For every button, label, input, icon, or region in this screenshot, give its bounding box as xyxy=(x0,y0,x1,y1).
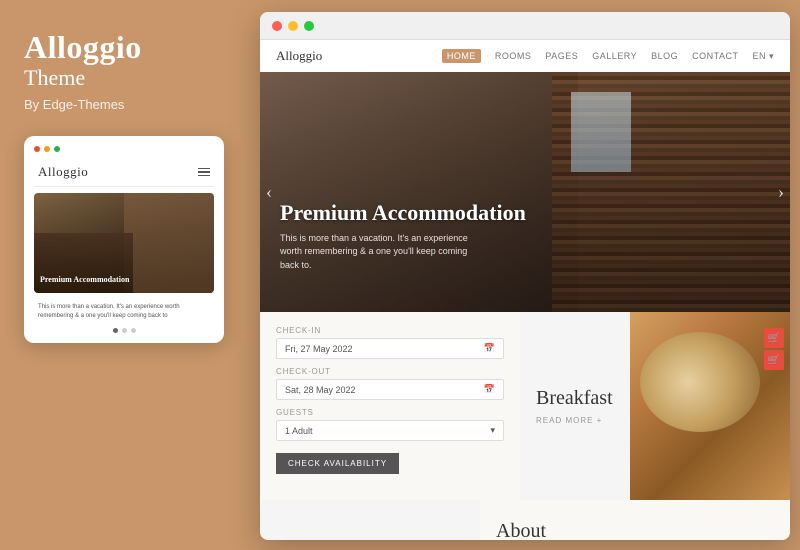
floating-icons: 🛒 🛒 xyxy=(764,328,784,370)
check-availability-button[interactable]: CHECK AVAILABILITY xyxy=(276,453,399,474)
mobile-logo: Alloggio xyxy=(38,164,88,180)
mobile-hero-image: Premium Accommodation xyxy=(34,193,214,293)
checkin-field: CHECK-IN Fri, 27 May 2022 📅 xyxy=(276,326,504,359)
checkin-input[interactable]: Fri, 27 May 2022 📅 xyxy=(276,338,504,359)
checkout-input[interactable]: Sat, 28 May 2022 📅 xyxy=(276,379,504,400)
breakfast-read-more[interactable]: READ MORE + xyxy=(536,416,613,425)
nav-contact[interactable]: CONTACT xyxy=(692,51,738,61)
browser-minimize-button[interactable] xyxy=(288,21,298,31)
hero-overlay xyxy=(260,72,790,312)
checkout-value: Sat, 28 May 2022 xyxy=(285,385,356,395)
floating-icon-2[interactable]: 🛒 xyxy=(764,350,784,370)
mobile-dot-1[interactable] xyxy=(113,328,118,333)
site-logo: Alloggio xyxy=(276,48,322,64)
breakfast-section: Breakfast READ MORE + xyxy=(520,312,790,500)
checkin-label: CHECK-IN xyxy=(276,326,504,335)
mobile-close-dot xyxy=(34,146,40,152)
brand-subtitle: Theme xyxy=(24,65,224,91)
browser-mockup: Alloggio HOME ROOMS PAGES GALLERY BLOG C… xyxy=(260,12,790,540)
mobile-dot-2[interactable] xyxy=(122,328,127,333)
hero-next-arrow[interactable]: › xyxy=(778,182,784,203)
nav-rooms[interactable]: ROOMS xyxy=(495,51,532,61)
mobile-min-dot xyxy=(44,146,50,152)
mobile-mockup: Alloggio Premium Accommodation This is m… xyxy=(24,136,224,343)
guests-field: GUESTS 1 Adult ▾ xyxy=(276,408,504,441)
mobile-hero-body-text: This is more than a vacation. It's an ex… xyxy=(34,299,214,324)
mobile-carousel-dots xyxy=(34,328,214,333)
brand-title: Alloggio xyxy=(24,30,224,65)
breakfast-text: Breakfast READ MORE + xyxy=(536,387,613,425)
hero-subtitle: This is more than a vacation. It's an ex… xyxy=(280,232,480,273)
guests-label: GUESTS xyxy=(276,408,504,417)
hero-title: Premium Accommodation xyxy=(280,200,526,226)
hamburger-icon[interactable] xyxy=(198,168,210,177)
mobile-hero-title: Premium Accommodation xyxy=(40,275,129,285)
mobile-firewood-texture xyxy=(124,193,214,293)
browser-maximize-button[interactable] xyxy=(304,21,314,31)
checkout-label: CHECK-OUT xyxy=(276,367,504,376)
left-panel: Alloggio Theme By Edge-Themes Alloggio P… xyxy=(0,0,248,550)
brand-by: By Edge-Themes xyxy=(24,97,224,112)
browser-close-button[interactable] xyxy=(272,21,282,31)
mobile-max-dot xyxy=(54,146,60,152)
about-section: About xyxy=(480,500,790,540)
browser-topbar xyxy=(260,12,790,40)
mobile-header: Alloggio xyxy=(34,160,214,187)
booking-section: CHECK-IN Fri, 27 May 2022 📅 CHECK-OUT Sa… xyxy=(260,312,520,500)
nav-blog[interactable]: BLOG xyxy=(651,51,678,61)
hero-prev-arrow[interactable]: ‹ xyxy=(266,182,272,203)
calendar-icon: 📅 xyxy=(484,343,495,354)
nav-links: HOME ROOMS PAGES GALLERY BLOG CONTACT EN… xyxy=(442,49,774,63)
site-navigation: Alloggio HOME ROOMS PAGES GALLERY BLOG C… xyxy=(260,40,790,72)
floating-icon-1[interactable]: 🛒 xyxy=(764,328,784,348)
mobile-dot-3[interactable] xyxy=(131,328,136,333)
guests-select[interactable]: 1 Adult ▾ xyxy=(276,420,504,441)
calendar-icon-2: 📅 xyxy=(484,384,495,395)
guests-value: 1 Adult xyxy=(285,426,313,436)
mobile-window-controls xyxy=(34,146,214,152)
nav-lang[interactable]: EN ▾ xyxy=(752,51,774,62)
hero-text-block: Premium Accommodation This is more than … xyxy=(280,200,526,273)
breakfast-bowl-visual xyxy=(640,332,760,432)
nav-pages[interactable]: PAGES xyxy=(545,51,578,61)
nav-gallery[interactable]: GALLERY xyxy=(592,51,637,61)
about-title: About xyxy=(496,520,546,541)
chevron-down-icon: ▾ xyxy=(490,425,495,436)
checkin-value: Fri, 27 May 2022 xyxy=(285,344,353,354)
hero-section: ‹ › Premium Accommodation This is more t… xyxy=(260,72,790,312)
nav-home[interactable]: HOME xyxy=(442,49,481,63)
checkout-field: CHECK-OUT Sat, 28 May 2022 📅 xyxy=(276,367,504,400)
breakfast-title: Breakfast xyxy=(536,387,613,410)
